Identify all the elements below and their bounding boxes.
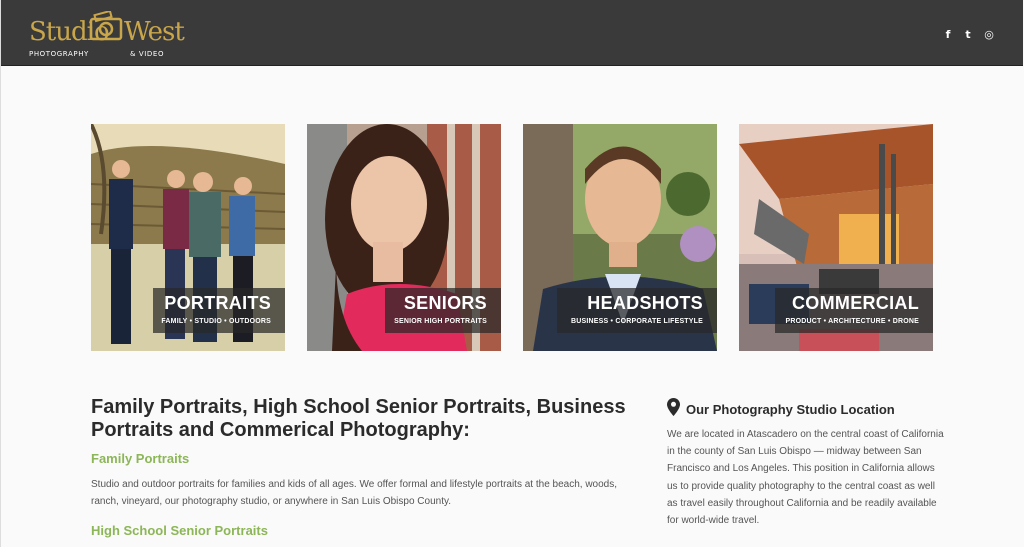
tile-title: PORTRAITS — [164, 293, 271, 313]
tile-title: COMMERCIAL — [792, 293, 919, 313]
page: Studio West PHOTOGRAPHY & VIDEO f t ◎ PO… — [0, 0, 1024, 547]
location-pin-icon — [667, 398, 680, 416]
tile-caption: COMMERCIAL PRODUCT • ARCHITECTURE • DRON… — [775, 288, 933, 333]
tile-seniors[interactable]: SENIORS SENIOR HIGH PORTRAITS — [307, 124, 501, 351]
tile-subtitle: FAMILY • STUDIO • OUTDOORS — [161, 318, 271, 325]
tile-headshots[interactable]: HEADSHOTS BUSINESS • CORPORATE LIFESTYLE — [523, 124, 717, 351]
tile-subtitle: PRODUCT • ARCHITECTURE • DRONE — [785, 318, 919, 325]
tile-caption: PORTRAITS FAMILY • STUDIO • OUTDOORS — [153, 288, 285, 333]
site-header: Studio West PHOTOGRAPHY & VIDEO f t ◎ — [1, 0, 1023, 66]
family-portraits-text: Studio and outdoor portraits for familie… — [91, 479, 618, 507]
studio-location-heading: Our Photography Studio Location — [686, 402, 895, 417]
tile-title: HEADSHOTS — [587, 293, 703, 313]
tile-caption: SENIORS SENIOR HIGH PORTRAITS — [385, 288, 501, 333]
logo-word-west: West — [124, 17, 185, 47]
logo-sub-photography: PHOTOGRAPHY — [29, 50, 89, 58]
instagram-icon[interactable]: ◎ — [982, 27, 996, 41]
family-portraits-heading: Family Portraits — [91, 451, 190, 466]
tile-subtitle: BUSINESS • CORPORATE LIFESTYLE — [571, 318, 703, 325]
logo-sub-video: & VIDEO — [130, 50, 165, 58]
tile-portraits[interactable]: PORTRAITS FAMILY • STUDIO • OUTDOORS — [91, 124, 285, 351]
senior-portraits-heading: High School Senior Portraits — [91, 523, 268, 538]
tile-caption: HEADSHOTS BUSINESS • CORPORATE LIFESTYLE — [557, 288, 717, 333]
studio-location-text: We are located in Atascadero on the cent… — [667, 429, 944, 527]
twitter-icon[interactable]: t — [961, 27, 975, 41]
facebook-icon[interactable]: f — [941, 27, 955, 41]
tile-title: SENIORS — [403, 293, 487, 313]
studio-west-logo[interactable]: Studio West PHOTOGRAPHY & VIDEO — [29, 8, 185, 60]
camera-logo-icon — [89, 11, 123, 41]
tile-subtitle: SENIOR HIGH PORTRAITS — [394, 318, 487, 325]
tile-commercial[interactable]: COMMERCIAL PRODUCT • ARCHITECTURE • DRON… — [739, 124, 933, 351]
page-heading: Family Portraits, High School Senior Por… — [91, 396, 626, 441]
